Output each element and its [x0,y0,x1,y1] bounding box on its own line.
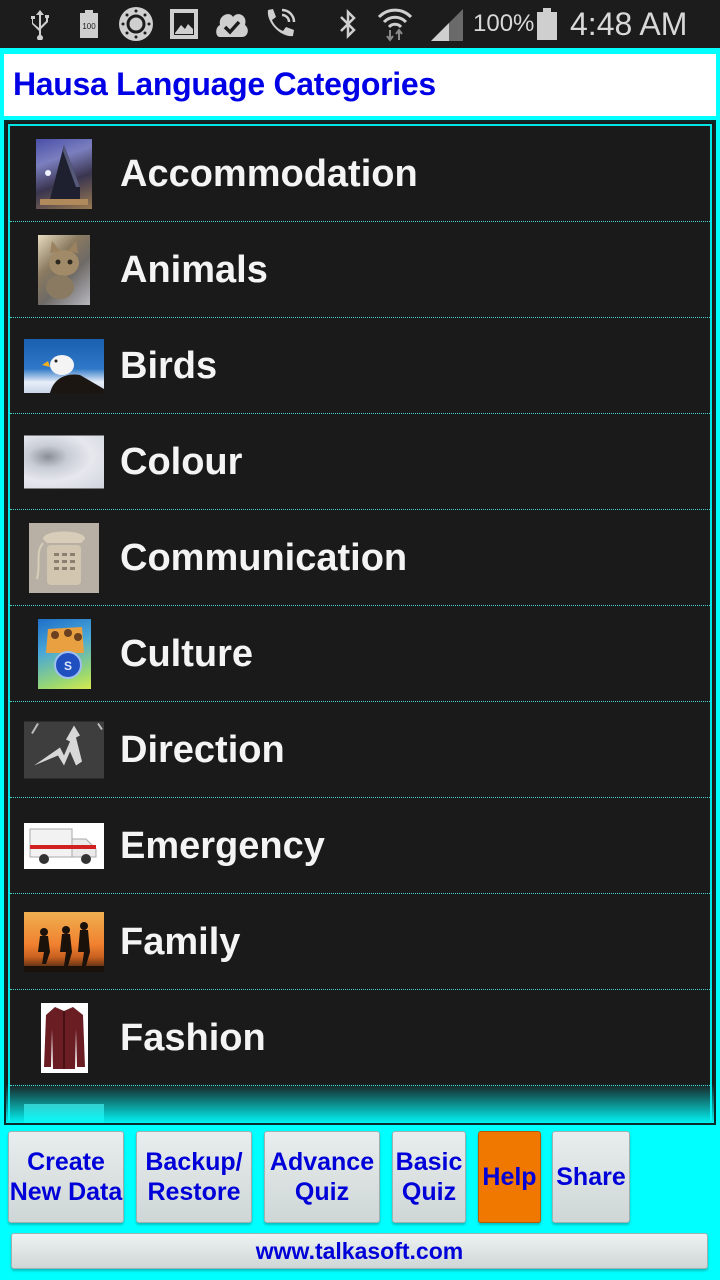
list-item-culture[interactable]: S Culture [10,606,710,702]
advance-quiz-button[interactable]: Advance Quiz [264,1131,380,1223]
category-label: Food [120,1100,213,1123]
signal-icon [428,6,464,42]
category-label: Colour [120,441,243,483]
svg-text:S: S [64,659,72,673]
page-title: Hausa Language Categories [13,66,436,102]
category-label: Animals [120,249,268,291]
status-bar: 100 100% 4:48 AM [0,0,720,48]
category-label: Emergency [120,825,325,867]
food-image [24,1104,104,1123]
list-item-direction[interactable]: Direction [10,702,710,798]
gallery-icon [167,6,201,42]
category-label: Accommodation [120,153,418,195]
leather-jacket-image [41,1002,88,1073]
cloud-check-icon [214,6,250,42]
kitten-image [38,234,90,305]
clock: 4:48 AM [570,6,688,42]
list-item-colour[interactable]: Colour [10,414,710,510]
list-item-animals[interactable]: Animals [10,222,710,318]
list-item-family[interactable]: Family [10,894,710,990]
road-arrow-image [24,721,104,778]
basic-quiz-button[interactable]: Basic Quiz [392,1131,466,1223]
eagle-image [24,338,104,393]
svg-text:100: 100 [82,22,96,31]
header: Hausa Language Categories [4,54,716,116]
list-item-communication[interactable]: Communication [10,510,710,606]
website-link-button[interactable]: www.talkasoft.com [11,1233,708,1269]
category-label: Family [120,921,241,963]
brightness-icon [117,6,155,42]
wifi-icon [376,6,414,42]
hotel-building-image [36,138,92,209]
culture-poster-image: S [38,618,91,689]
category-label: Culture [120,633,253,675]
list-item-food[interactable]: Food [10,1086,710,1123]
create-new-data-button[interactable]: Create New Data [8,1131,124,1223]
battery-100-icon: 100 [76,6,102,42]
list-item-birds[interactable]: Birds [10,318,710,414]
bluetooth-icon [336,6,360,42]
category-label: Direction [120,729,285,771]
category-label: Fashion [120,1017,266,1059]
category-label: Birds [120,345,218,387]
telephone-image [29,522,99,593]
white-fabric-image [24,435,104,488]
list-item-fashion[interactable]: Fashion [10,990,710,1086]
category-label: Communication [120,537,408,579]
wifi-calling-icon [262,6,298,42]
family-silhouette-image [24,911,104,972]
category-list[interactable]: Accommodation Animals Birds Colour Commu… [4,120,716,1125]
list-item-emergency[interactable]: Emergency [10,798,710,894]
battery-icon [535,6,559,42]
ambulance-image [24,822,104,869]
battery-percent: 100% [473,10,535,37]
help-button[interactable]: Help [478,1131,541,1223]
backup-restore-button[interactable]: Backup/ Restore [136,1131,252,1223]
share-button[interactable]: Share [552,1131,630,1223]
list-item-accommodation[interactable]: Accommodation [10,126,710,222]
usb-icon [26,6,54,42]
